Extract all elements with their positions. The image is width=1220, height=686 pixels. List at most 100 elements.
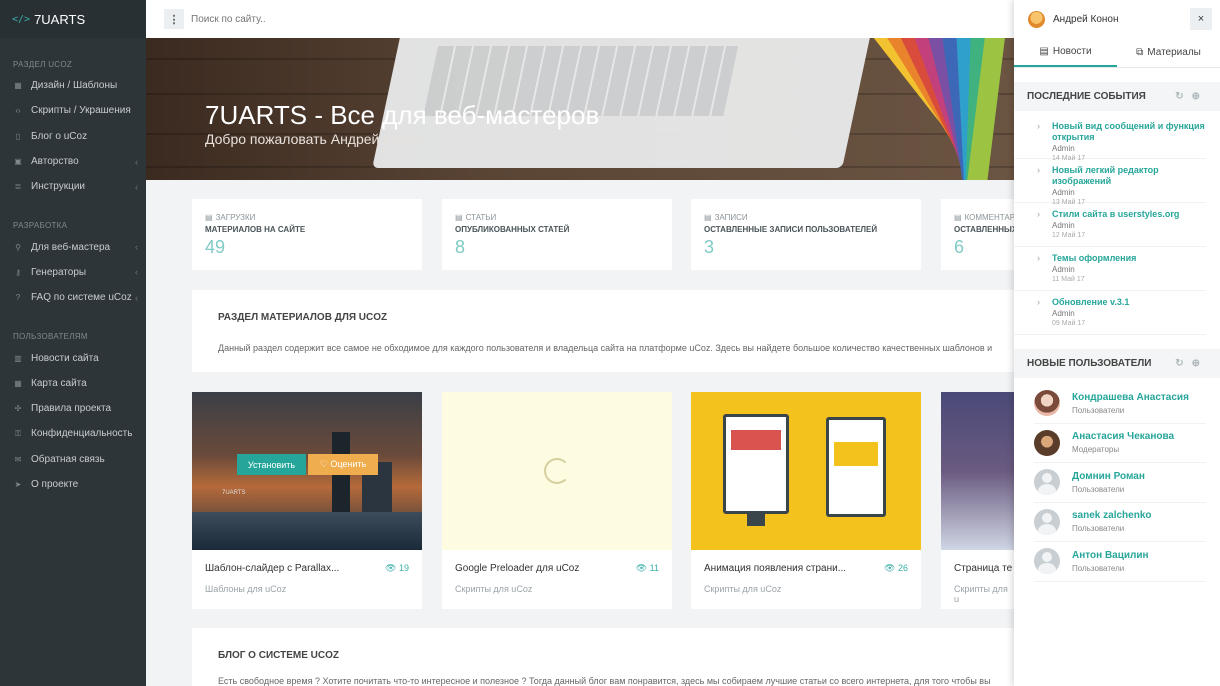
card-category[interactable]: Скрипты для u bbox=[954, 584, 1014, 604]
sidebar-item[interactable]: ▦ Карта сайта bbox=[0, 371, 146, 396]
event-item[interactable]: › Стили сайта в userstyles.org Admin 12 Май… bbox=[1014, 203, 1206, 247]
chevron-right-icon: › bbox=[1037, 209, 1040, 219]
user-item[interactable]: Кондрашева Анастасия Пользователи bbox=[1034, 384, 1206, 424]
sidebar-item[interactable]: ▥ Новости сайта bbox=[0, 345, 146, 370]
avatar bbox=[1034, 469, 1060, 496]
search-input[interactable] bbox=[191, 13, 391, 25]
user-name[interactable]: sanek zalchenko bbox=[1072, 510, 1151, 521]
logo[interactable]: </> 7UARTS bbox=[0, 0, 146, 38]
user-name[interactable]: Антон Вацилин bbox=[1072, 550, 1149, 561]
user-name[interactable]: Анастасия Чеканова bbox=[1072, 431, 1174, 442]
user-item[interactable]: Домнин Роман Пользователи bbox=[1034, 463, 1206, 503]
event-title[interactable]: Стили сайта в userstyles.org bbox=[1052, 209, 1206, 220]
material-card[interactable]: Анимация появления страни... 👁 26 Скрипт… bbox=[691, 392, 921, 609]
menu-dots-icon[interactable]: ⋮ bbox=[164, 9, 184, 29]
user-role: Пользователи bbox=[1072, 563, 1125, 573]
install-button[interactable]: Установить bbox=[237, 454, 306, 475]
tab-materials[interactable]: ⧉ Материалы bbox=[1117, 38, 1220, 67]
event-author: Admin bbox=[1052, 144, 1075, 153]
sidebar-item[interactable]: ≣ Инструкции ‹ bbox=[0, 174, 146, 199]
code-icon: </> bbox=[12, 13, 31, 25]
eye-icon: 👁 bbox=[635, 563, 650, 573]
material-card[interactable]: Google Preloader для uCoz 👁 11 Скрипты д… bbox=[442, 392, 672, 609]
hero-banner: 7UARTS - Все для веб-мастеров Добро пожа… bbox=[146, 38, 1014, 180]
close-icon[interactable]: × bbox=[1190, 8, 1212, 30]
event-title[interactable]: Новый вид сообщений и функция открытия bbox=[1052, 121, 1206, 143]
blog-text: Есть свободное время ? Хотите почитать ч… bbox=[218, 676, 991, 686]
sidebar-item[interactable]: ⚿ Конфиденциальность bbox=[0, 421, 146, 446]
map-icon: ▦ bbox=[14, 378, 22, 388]
rate-button[interactable]: ♡ Оценить bbox=[308, 454, 378, 475]
views-count: 👁 19 bbox=[385, 563, 409, 573]
sidebar-item-label: Конфиденциальность bbox=[31, 428, 133, 440]
sidebar-group-title: Разработка bbox=[13, 221, 68, 231]
stat-card-articles: ▤ Статьи Опубликованных статей 8 bbox=[442, 199, 672, 270]
card-category[interactable]: Скрипты для uCoz bbox=[704, 584, 781, 594]
card-title[interactable]: Страница те bbox=[954, 563, 1014, 574]
settings-icon[interactable]: ⊕ bbox=[1192, 358, 1208, 369]
database-icon: ▤ bbox=[954, 213, 962, 222]
user-name[interactable]: Домнин Роман bbox=[1072, 471, 1145, 482]
stat-card-comments: ▤Комментари Оставленных 6 bbox=[941, 199, 1014, 270]
sidebar-item[interactable]: ⚷ Генераторы ‹ bbox=[0, 260, 146, 285]
copy-icon: ⧉ bbox=[1136, 47, 1144, 58]
code-icon: ‹› bbox=[15, 106, 21, 116]
sidebar-item[interactable]: ⚲ Для веб-мастера ‹ bbox=[0, 234, 146, 259]
user-name[interactable]: Кондрашева Анастасия bbox=[1072, 392, 1189, 403]
event-title[interactable]: Темы оформления bbox=[1052, 253, 1206, 264]
event-author: Admin bbox=[1052, 188, 1075, 197]
right-panel: Андрей Конон × ▤ Новости ⧉ Материалы После… bbox=[1014, 0, 1220, 686]
question-icon: ? bbox=[15, 293, 21, 303]
sidebar-item-label: О проекте bbox=[31, 479, 79, 490]
refresh-icon[interactable]: ↻ bbox=[1175, 358, 1191, 369]
sidebar-item[interactable]: ▦ Дизайн / Шаблоны bbox=[0, 73, 146, 98]
card-title[interactable]: Шаблон-слайдер с Parallax... bbox=[205, 563, 355, 574]
sidebar: </> 7UARTS Раздел uCoz ▦ Дизайн / Шаблоны ‹… bbox=[0, 0, 146, 686]
event-date: 09 Май 17 bbox=[1052, 320, 1086, 327]
material-card[interactable]: Страница те Скрипты для u bbox=[941, 392, 1014, 609]
card-title[interactable]: Анимация появления страни... bbox=[704, 563, 854, 574]
sidebar-item[interactable]: ✉ Обратная связь bbox=[0, 447, 146, 472]
event-item[interactable]: › Темы оформления Admin 11 Май 17 bbox=[1014, 247, 1206, 291]
user-item[interactable]: Антон Вацилин Пользователи bbox=[1034, 542, 1206, 582]
tab-news[interactable]: ▤ Новости bbox=[1014, 38, 1117, 67]
sidebar-item-label: Новости сайта bbox=[31, 352, 99, 364]
sidebar-item-label: Правила проекта bbox=[31, 403, 111, 415]
user-card-icon: ▣ bbox=[14, 157, 22, 167]
card-image bbox=[691, 392, 921, 550]
chevron-right-icon: › bbox=[1037, 297, 1040, 307]
avatar bbox=[1034, 508, 1060, 535]
brand-name: 7UARTS bbox=[34, 11, 86, 27]
sidebar-item-label: FAQ по системе uCoz bbox=[31, 292, 132, 304]
topbar: ⋮ bbox=[146, 0, 1014, 38]
sidebar-item[interactable]: ▯ Блог о uCoz bbox=[0, 124, 146, 149]
chevron-right-icon: › bbox=[1037, 253, 1040, 263]
sidebar-item[interactable]: ? FAQ по системе uCoz ‹ bbox=[0, 285, 146, 310]
card-category[interactable]: Шаблоны для uCoz bbox=[205, 584, 286, 594]
user-item[interactable]: sanek zalchenko Пользователи bbox=[1034, 503, 1206, 542]
news-icon: ▥ bbox=[14, 353, 22, 363]
card-category[interactable]: Скрипты для uCoz bbox=[455, 584, 532, 594]
avatar[interactable] bbox=[1028, 10, 1045, 28]
sidebar-group-title: Пользователям bbox=[13, 332, 88, 342]
sidebar-group-title: Раздел uCoz bbox=[13, 60, 73, 69]
eye-icon: 👁 bbox=[385, 563, 399, 573]
event-title[interactable]: Обновление v.3.1 bbox=[1052, 297, 1206, 308]
material-card[interactable]: 7UARTS Установить ♡ Оценить Шаблон-слайд… bbox=[192, 392, 422, 609]
event-item[interactable]: › Новый легкий редактор изображений Admin 1… bbox=[1014, 159, 1206, 206]
sidebar-item-label: Обратная связь bbox=[31, 453, 105, 465]
event-title[interactable]: Новый легкий редактор изображений bbox=[1052, 165, 1206, 187]
sidebar-item[interactable]: ➤ О проекте bbox=[0, 472, 146, 497]
sidebar-item[interactable]: ‹› Скрипты / Украшения bbox=[0, 98, 146, 123]
event-item[interactable]: › Новый вид сообщений и функция открытия A… bbox=[1014, 115, 1206, 162]
chevron-left-icon: ‹ bbox=[135, 267, 138, 278]
sidebar-item[interactable]: ✣ Правила проекта bbox=[0, 396, 146, 421]
user-item[interactable]: Анастасия Чеканова Модераторы bbox=[1034, 424, 1206, 463]
card-title[interactable]: Google Preloader для uCoz bbox=[455, 563, 605, 574]
event-item[interactable]: › Обновление v.3.1 Admin 09 Май 17 bbox=[1014, 291, 1206, 335]
settings-icon[interactable]: ⊕ bbox=[1192, 91, 1208, 102]
sidebar-item-label: Скрипты / Украшения bbox=[31, 105, 131, 117]
sidebar-item[interactable]: ▣ Авторство ‹ bbox=[0, 149, 146, 174]
database-icon: ▤ bbox=[704, 213, 712, 222]
refresh-icon[interactable]: ↻ bbox=[1175, 91, 1191, 102]
